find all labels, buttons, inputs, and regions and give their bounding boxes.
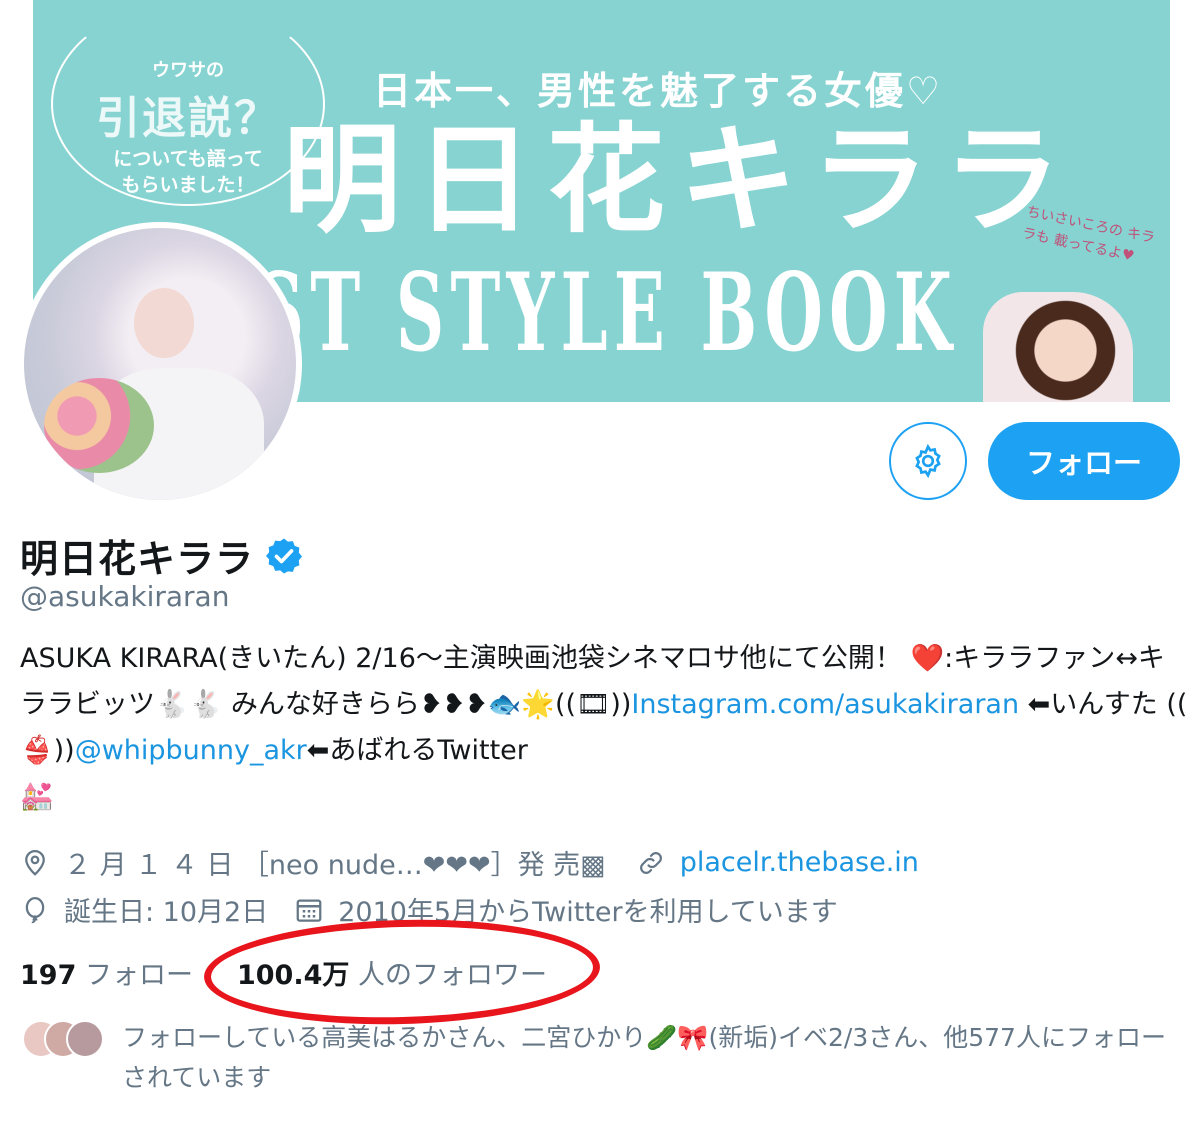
balloon-icon [25, 896, 45, 923]
verified-badge-icon [266, 538, 303, 573]
avatar-bouquet [44, 378, 154, 473]
banner-tagline: 日本一、男性を魅了する女優♡ [373, 69, 944, 113]
mutual-followers[interactable]: フォローしている高美はるかさん、二宮ひかり🥒🎀(新垢)イベ2/3さん、他577人… [22, 1018, 1182, 1098]
badge-line-1: ウワサの [152, 60, 224, 81]
website-link[interactable]: placelr.thebase.in [680, 847, 919, 878]
heart-emoji: ❤️ [910, 643, 945, 674]
profile-bio: ASUKA KIRARA(きいたん) 2/16〜主演映画池袋シネマロサ他にて公開… [20, 636, 1190, 820]
mutual-followers-text: フォローしている高美はるかさん、二宮ひかり🥒🎀(新垢)イベ2/3さん、他577人… [122, 1023, 1166, 1092]
gear-icon [915, 443, 941, 479]
location-row: ２ 月 １ ４ 日 ［neo nude…❤︎❤︎❤︎］発 売▩ placelr.… [20, 843, 919, 882]
rabbit-emoji: 🐇🐇 [155, 689, 223, 720]
twitter-mention-link[interactable]: @whipbunny_akr [75, 735, 307, 766]
bio-text: (( [554, 689, 577, 720]
profile-name: 明日花キララ [20, 537, 255, 581]
red-circle-annotation [202, 914, 602, 1030]
bio-text: ⬅いんすた (( [1019, 689, 1188, 720]
hearts-emoji: ❥❥❥ [419, 689, 488, 720]
settings-button[interactable] [889, 422, 967, 500]
birthday-text: 誕生日: 10月2日 [64, 897, 269, 928]
banner-subtitle: 1ST STYLE BOOK [203, 250, 958, 376]
film-emoji: 🎞 [576, 689, 611, 720]
star-emoji: 🌟 [521, 689, 555, 720]
wedding-emoji: 💒 [20, 781, 54, 812]
following-label: フォロー [84, 960, 193, 991]
avatar[interactable] [18, 222, 302, 506]
profile-name-row: 明日花キララ [20, 528, 304, 583]
bikini-emoji: 👙 [20, 735, 54, 766]
avatar-photo [24, 228, 296, 500]
bio-text: みんな好きらら [222, 689, 420, 720]
bio-text: ⬅あばれるTwitter [306, 735, 528, 766]
bio-text: )) [53, 735, 75, 766]
profile-handle[interactable]: @asukakiraran [20, 580, 229, 613]
instagram-link[interactable]: Instagram.com/asukakiraran [631, 689, 1019, 720]
link-icon [639, 851, 662, 874]
location-text: ２ 月 １ ４ 日 ［neo nude…❤︎❤︎❤︎］発 売▩ [64, 850, 606, 881]
location-pin-icon [25, 849, 45, 876]
following-count: 197 [20, 960, 77, 991]
calendar-icon [296, 899, 322, 922]
follow-button[interactable]: フォロー [988, 422, 1180, 500]
following-stat[interactable]: 197 フォロー [20, 953, 193, 992]
bio-text: ASUKA KIRARA(きいたん) 2/16〜主演映画池袋シネマロサ他にて公開… [20, 643, 911, 674]
mutual-avatars [22, 1018, 112, 1058]
avatar [66, 1020, 104, 1058]
banner-note: ちいさいころの キララも 載ってるよ♥ [1020, 203, 1157, 265]
fish-emoji: 🐟 [487, 689, 522, 720]
avatar-face [134, 288, 194, 358]
bio-text: )) [610, 689, 632, 720]
banner-child-photo [983, 292, 1133, 402]
banner-title: 明日花キララ [283, 111, 1076, 249]
